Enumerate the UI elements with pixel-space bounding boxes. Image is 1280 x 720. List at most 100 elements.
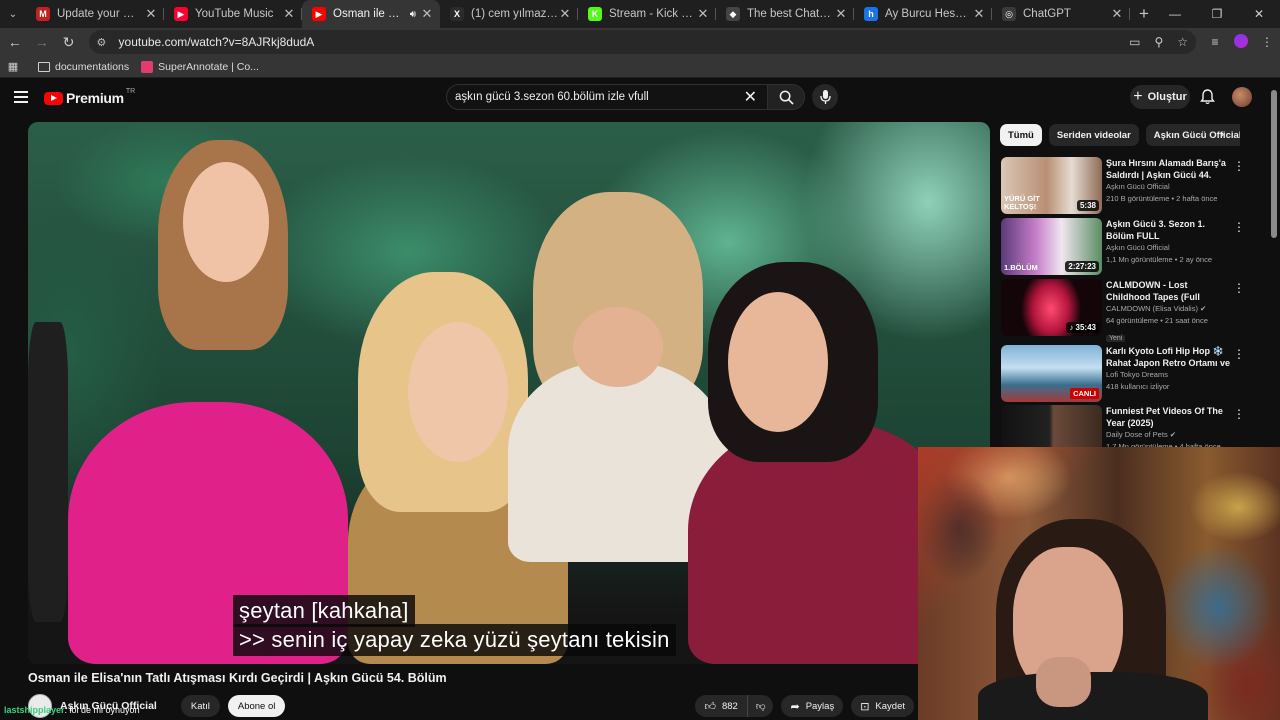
menu-icon[interactable]: [14, 91, 28, 103]
more-options-icon[interactable]: ⋮: [1233, 347, 1245, 361]
recommendation-title[interactable]: Karlı Kyoto Lofi Hip Hop ❄️ Rahat Japon …: [1106, 345, 1231, 369]
bookmark-superannotate[interactable]: SuperAnnotate | Co...: [141, 60, 259, 73]
close-tab-icon[interactable]: ✕: [696, 6, 710, 22]
recommendation-item[interactable]: 1.BÖLÜM 2:27:23 Aşkın Gücü 3. Sezon 1. B…: [1001, 218, 1251, 276]
chip-series[interactable]: Seriden videolar: [1048, 124, 1139, 146]
close-tab-icon[interactable]: ✕: [972, 6, 986, 22]
caption-line-2: >> senin iç yapay zeka yüzü şeytanı teki…: [233, 624, 676, 656]
tab-search-button[interactable]: ⌄: [0, 0, 26, 28]
reading-list-icon[interactable]: ≡: [1202, 35, 1228, 49]
chrome-menu-icon[interactable]: ⋮: [1254, 35, 1280, 49]
tab-favicon-icon: ▶: [312, 7, 326, 21]
chat-username: lastshipplayer: [4, 705, 65, 715]
recommendation-thumbnail[interactable]: ♪ 35:43: [1001, 279, 1102, 336]
like-button[interactable]: 👍︎ 882: [695, 695, 748, 717]
webcam-person-body: [978, 672, 1208, 720]
thumbs-up-icon: 👍︎: [704, 700, 716, 713]
browser-tab[interactable]: ▶ Osman ile Elisa'nın Ta 🔊︎ ✕: [302, 0, 440, 28]
browser-tab[interactable]: M Update your Workzone p✕: [26, 0, 164, 28]
caption-line-1: şeytan [kahkaha]: [233, 595, 415, 627]
recommendation-meta: 210 B görüntüleme • 2 hafta önce: [1106, 194, 1218, 203]
dislike-button[interactable]: 👎︎: [748, 700, 774, 712]
close-window-icon[interactable]: ✕: [1238, 0, 1280, 28]
bookmark-documentations[interactable]: documentations: [38, 61, 129, 73]
apps-grid-icon[interactable]: ▦: [0, 60, 26, 73]
recommendation-thumbnail[interactable]: 1.BÖLÜM 2:27:23: [1001, 218, 1102, 275]
like-dislike-group: 👍︎ 882 👎︎: [695, 695, 774, 717]
video-person-blonde-face: [408, 322, 508, 462]
voice-search-button[interactable]: [812, 84, 838, 110]
tab-favicon-icon: ◆: [726, 7, 740, 21]
reload-icon[interactable]: ↻: [57, 30, 81, 54]
recommendation-item[interactable]: YÜRÜ GİT KELTOŞ! 5:38 Şura Hırsını Alama…: [1001, 157, 1251, 215]
forward-icon[interactable]: →: [30, 30, 54, 54]
profile-icon[interactable]: [1228, 33, 1254, 51]
search-input[interactable]: aşkın gücü 3.sezon 60.bölüm izle vfull ✕: [446, 84, 768, 110]
url-text[interactable]: youtube.com/watch?v=8AJRkj8dudA: [119, 35, 1116, 49]
browser-tab[interactable]: ◆ The best ChatBot and W✕: [716, 0, 854, 28]
new-badge: Yeni: [1106, 335, 1126, 342]
tab-favicon-icon: ◎: [1002, 7, 1016, 21]
subscribe-button[interactable]: Abone ol: [227, 695, 286, 717]
minimize-icon[interactable]: —: [1154, 0, 1196, 28]
share-button[interactable]: ➦ Paylaş: [781, 695, 844, 717]
browser-tab[interactable]: h Ay Burcu Hesaplama - Hİ✕: [854, 0, 992, 28]
chip-channel[interactable]: Aşkın Gücü Official ar: [1145, 124, 1240, 146]
more-options-icon[interactable]: ⋮: [1233, 220, 1245, 234]
page-scrollbar[interactable]: [1271, 90, 1277, 238]
tab-audio-icon[interactable]: 🔊︎: [410, 9, 416, 20]
account-avatar[interactable]: [1232, 87, 1252, 107]
close-tab-icon[interactable]: ✕: [420, 6, 434, 22]
more-options-icon[interactable]: ⋮: [1233, 407, 1245, 421]
clear-search-icon[interactable]: ✕: [744, 87, 757, 107]
join-button[interactable]: Katıl: [180, 695, 220, 717]
browser-tab[interactable]: K Stream - Kick Dashboard✕: [578, 0, 716, 28]
close-tab-icon[interactable]: ✕: [282, 6, 296, 22]
bookmark-label: SuperAnnotate | Co...: [158, 60, 259, 73]
recommendation-meta: 64 görüntüleme • 21 saat önce: [1106, 316, 1208, 325]
bookmark-star-icon[interactable]: ☆: [1177, 35, 1188, 49]
back-icon[interactable]: ←: [3, 30, 27, 54]
youtube-premium-logo[interactable]: Premium TR: [44, 88, 135, 106]
close-tab-icon[interactable]: ✕: [558, 6, 572, 22]
video-player[interactable]: şeytan [kahkaha] >> senin iç yapay zeka …: [28, 122, 990, 664]
tab-favicon-icon: X: [450, 7, 464, 21]
zoom-icon[interactable]: ⚲: [1154, 35, 1163, 49]
create-button[interactable]: + Oluştur: [1130, 85, 1190, 109]
window-controls: — ❐ ✕: [1154, 0, 1280, 28]
address-bar[interactable]: ⚙ youtube.com/watch?v=8AJRkj8dudA ▭ ⚲ ☆: [88, 30, 1197, 54]
recommendation-title[interactable]: Funniest Pet Videos Of The Year (2025): [1106, 405, 1231, 429]
more-options-icon[interactable]: ⋮: [1233, 159, 1245, 173]
search-button[interactable]: [767, 84, 805, 110]
chip-all[interactable]: Tümü: [1000, 124, 1042, 146]
tab-favicon-icon: M: [36, 7, 50, 21]
browser-tab[interactable]: ▶ YouTube Music ✕: [164, 0, 302, 28]
recommendation-title[interactable]: Aşkın Gücü 3. Sezon 1. Bölüm FULL: [1106, 218, 1231, 242]
video-person-pink-face: [183, 162, 269, 282]
recommendation-thumbnail[interactable]: YÜRÜ GİT KELTOŞ! 5:38: [1001, 157, 1102, 214]
search-query[interactable]: aşkın gücü 3.sezon 60.bölüm izle vfull: [455, 91, 744, 103]
video-title: Osman ile Elisa'nın Tatlı Atışması Kırdı…: [28, 671, 447, 685]
tab-favicon-icon: ▶: [174, 7, 188, 21]
tab-title: The best ChatBot and W: [747, 8, 834, 20]
close-tab-icon[interactable]: ✕: [1110, 6, 1124, 22]
recommendation-item[interactable]: CANLI Karlı Kyoto Lofi Hip Hop ❄️ Rahat …: [1001, 345, 1251, 403]
cast-icon[interactable]: ▭: [1129, 35, 1140, 49]
tab-separator: [1129, 8, 1130, 20]
more-options-icon[interactable]: ⋮: [1233, 281, 1245, 295]
recommendation-title[interactable]: Şura Hırsını Alamadı Barış'a Saldırdı | …: [1106, 157, 1231, 181]
site-info-icon[interactable]: ⚙: [97, 36, 113, 49]
recommendation-item[interactable]: ♪ 35:43 CALMDOWN - Lost Childhood Tapes …: [1001, 279, 1251, 342]
bookmarks-bar: ▦ documentations SuperAnnotate | Co...: [0, 56, 1280, 78]
close-tab-icon[interactable]: ✕: [144, 6, 158, 22]
browser-tab[interactable]: X (1) cem yılmaz - Arama /✕: [440, 0, 578, 28]
notifications-bell-icon[interactable]: [1200, 89, 1215, 110]
browser-tab[interactable]: ◎ ChatGPT ✕: [992, 0, 1130, 28]
close-tab-icon[interactable]: ✕: [834, 6, 848, 22]
chevron-right-icon[interactable]: ›: [1220, 127, 1224, 141]
recommendation-thumbnail[interactable]: CANLI: [1001, 345, 1102, 402]
search-icon: [779, 90, 794, 105]
recommendation-title[interactable]: CALMDOWN - Lost Childhood Tapes (Full Le…: [1106, 279, 1231, 303]
restore-icon[interactable]: ❐: [1196, 0, 1238, 28]
save-button[interactable]: ⊡ Kaydet: [851, 695, 914, 717]
